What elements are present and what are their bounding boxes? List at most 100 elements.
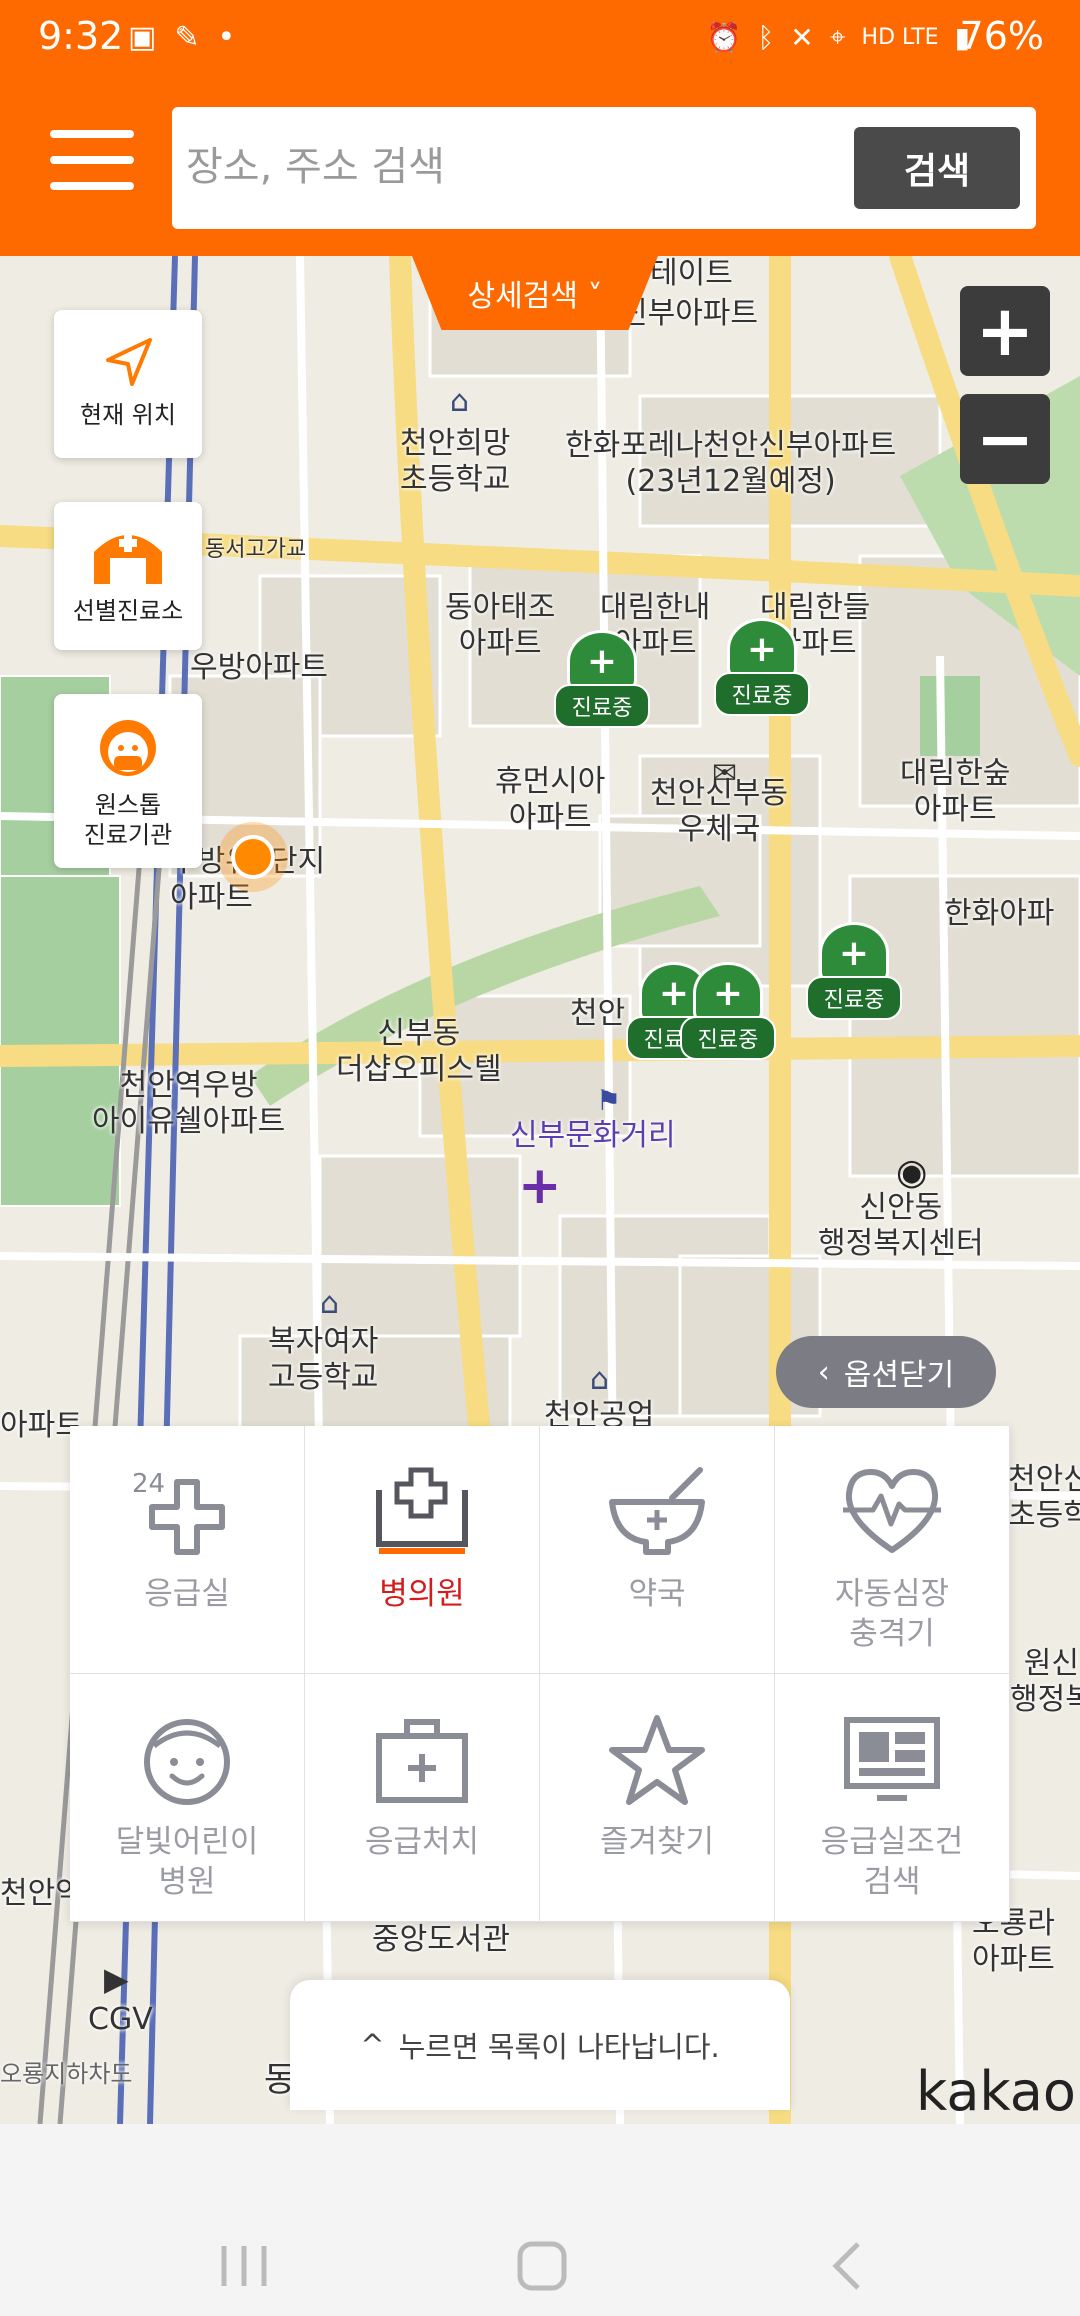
options-close-label: 옵션닫기 [843,1358,955,1393]
category-label: 달빛어린이 병원 [115,1824,259,1900]
category-favorites[interactable]: 즐겨찾기 [540,1674,775,1922]
app-header: 검색 [0,80,1080,256]
more-notifications-icon: • [217,20,236,55]
back-icon[interactable] [818,2236,878,2296]
category-label: 자동심장 충격기 [834,1576,950,1652]
onestop-clinic-button[interactable]: 원스톱 진료기관 [54,694,202,868]
notification-icons: ▣ ✎ • [128,20,235,55]
map-label: 한화포레나천안신부아파트 (23년12월예정) [565,428,897,499]
hospital-cross-icon: + [819,922,889,984]
hospital-pin[interactable]: + 진료중 [714,618,810,716]
pin-status: 진료중 [554,684,650,728]
chevron-up-icon: ^ [360,2028,385,2062]
side-button-label: 선별진료소 [72,597,184,625]
list-toggle[interactable]: ^ 누르면 목록이 나타납니다. [290,1980,790,2110]
category-label: 즐겨찾기 [599,1824,715,1860]
search-input[interactable] [186,127,846,207]
category-label: 응급처치 [364,1824,480,1860]
hospital-pin[interactable]: + 진료중 [554,630,650,728]
school-icon: ⌂ [450,384,470,419]
star-icon [602,1710,712,1810]
category-hospital[interactable]: 병의원 [305,1426,540,1674]
options-close-button[interactable]: ‹ 옵션닫기 [776,1336,996,1408]
category-label: 약국 [628,1576,686,1612]
system-icons: ⏰ ᛒ ✕ ⌖ HD LTE ▮ [707,20,970,54]
zoom-out-button[interactable]: − [960,394,1050,484]
school-icon: ⌂ [590,1362,610,1397]
detail-search-tab[interactable]: 상세검색 ˅ [412,256,658,330]
pin-status: 진료중 [680,1016,776,1060]
alarm-icon: ⏰ [706,20,742,54]
cinema-icon: ▶ [104,1960,129,1998]
zoom-in-button[interactable]: + [960,286,1050,376]
map-label: 휴먼시아 아파트 [495,764,606,835]
map-label: 신부문화거리 [510,1118,676,1153]
pin-status: 진료중 [806,976,902,1020]
search-button[interactable]: 검색 [854,127,1020,209]
masked-doctor-icon [100,720,156,776]
menu-button[interactable] [50,130,134,190]
category-label: 병의원 [379,1576,465,1612]
recent-apps-icon[interactable] [214,2236,274,2296]
map-label: 천안희망 초등학교 [400,426,511,497]
monitor-icon [837,1710,947,1810]
category-emergency-room[interactable]: 24 응급실 [70,1426,305,1674]
child-face-icon [132,1710,242,1810]
category-label: 응급실조건 검색 [820,1824,964,1900]
home-icon[interactable] [512,2236,572,2296]
map-label: 테이트 [650,256,733,291]
map-label: CGV [88,2002,153,2037]
menu-icon-bar [50,182,134,190]
hospital-pin[interactable]: + 진료중 [680,962,776,1060]
status-time: 9:32 [38,14,124,58]
map-label: 원신 행정복 [1010,1646,1080,1717]
map-label: 오룡지하차도 [0,2060,133,2088]
current-location-marker [218,822,288,892]
hospital-cross-icon: + [693,962,763,1024]
map-label: 신안동 행정복지센터 [818,1190,984,1261]
network-type: HD LTE [861,24,939,50]
map-label: 천안신 초등학 [1008,1462,1080,1533]
status-bar: 9:32 ▣ ✎ • ⏰ ᛒ ✕ ⌖ HD LTE ▮ 76% [0,0,1080,80]
category-er-condition-search[interactable]: 응급실조건 검색 [775,1674,1010,1922]
category-label: 응급실 [144,1576,230,1612]
map-label: 신부아파트 [620,296,758,331]
category-first-aid[interactable]: 응급처치 [305,1674,540,1922]
menu-icon [50,130,134,138]
pharmacy-cross-icon: + [518,1156,562,1216]
map-label: 동아태조 아파트 [445,590,556,661]
hospital-cross-icon: + [567,630,637,692]
emergency-24-icon: 24 [132,1462,242,1562]
map-label: 동서고가교 [205,537,307,562]
mute-icon: ✕ [790,20,814,54]
current-location-button[interactable]: 현재 위치 [54,310,202,458]
first-aid-kit-icon [367,1710,477,1810]
category-aed[interactable]: 자동심장 충격기 [775,1426,1010,1674]
side-button-label: 원스톱 진료기관 [83,791,173,849]
location-dot [231,835,275,879]
map-label: 우방아파트 [190,650,328,685]
category-moonlight-children-hospital[interactable]: 달빛어린이 병원 [70,1674,305,1922]
map-label: 중앙도서관 [372,1922,510,1957]
map-label: 대림한숲 아파트 [900,756,1011,827]
screening-clinic-button[interactable]: 선별진료소 [54,502,202,650]
bluetooth-icon: ᛒ [757,20,775,54]
map-label: 신부동 더샵오피스텔 [336,1016,502,1087]
location-icon: ⌖ [829,20,846,53]
heart-pulse-icon [837,1462,947,1562]
hospital-icon [367,1462,477,1562]
gallery-icon: ▣ [128,20,157,55]
menu-icon-bar [50,156,134,164]
svg-text:24: 24 [132,1469,165,1499]
map-label: 복자여자 고등학교 [268,1324,379,1395]
broom-icon: ✎ [174,20,200,55]
hospital-pin[interactable]: + 진료중 [806,922,902,1020]
map-label: 천안역우방 아이유쉘아파트 [92,1068,286,1139]
side-button-label: 현재 위치 [80,401,176,429]
pharmacy-bowl-icon [602,1462,712,1562]
battery-level: 76% [959,14,1044,58]
category-pharmacy[interactable]: 약국 [540,1426,775,1674]
search-box: 검색 [172,107,1036,229]
clinic-tent-icon [94,534,162,584]
map-label: 한화아파 [944,896,1055,931]
